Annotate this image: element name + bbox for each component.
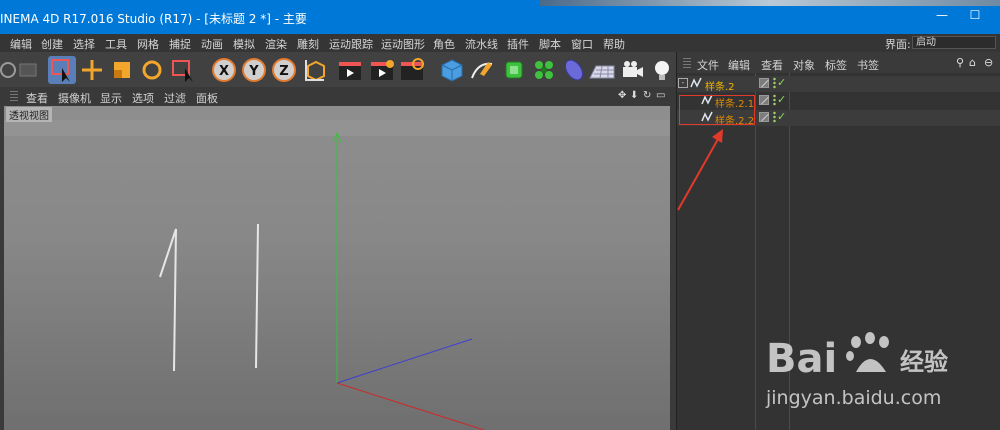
annotation-arrow-icon xyxy=(677,131,723,211)
baidu-watermark: Bai 经验 jingyan.baidu.com xyxy=(764,322,994,422)
watermark-brand-suffix: 经验 xyxy=(900,348,948,376)
watermark-url: jingyan.baidu.com xyxy=(765,387,941,409)
paw-icon xyxy=(846,332,889,372)
watermark-brand: Bai xyxy=(766,336,837,382)
baidu-logo: Bai 经验 jingyan.baidu.com xyxy=(765,332,948,409)
